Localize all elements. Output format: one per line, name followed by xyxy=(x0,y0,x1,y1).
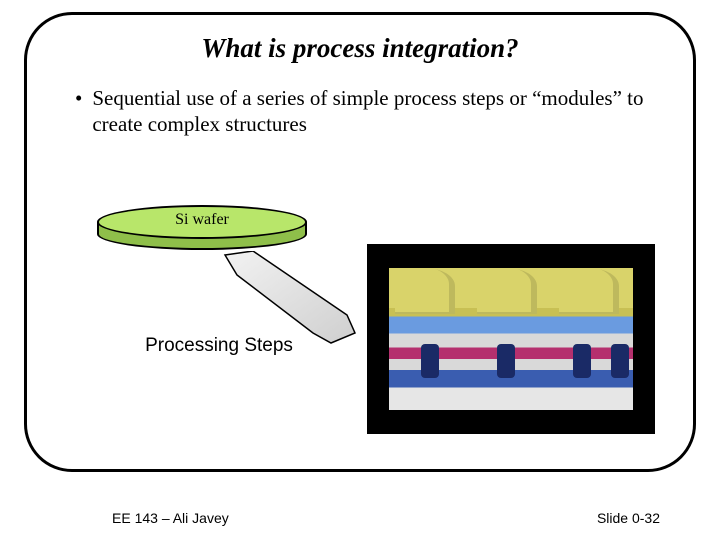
slide-frame: What is process integration? • Sequentia… xyxy=(24,12,696,472)
bullet-dot-icon: • xyxy=(75,85,82,111)
chip-cross-section-image xyxy=(367,244,655,434)
slide-title: What is process integration? xyxy=(27,33,693,64)
wafer-label: Si wafer xyxy=(97,211,307,229)
wafer-illustration: Si wafer xyxy=(97,205,307,251)
chip-via xyxy=(573,344,591,378)
processing-steps-label: Processing Steps xyxy=(139,335,299,358)
chip-ridge xyxy=(395,268,455,314)
bullet-item: • Sequential use of a series of simple p… xyxy=(75,85,645,138)
chip-ridge xyxy=(477,268,537,314)
footer-course: EE 143 – Ali Javey xyxy=(112,510,229,526)
chip-via xyxy=(611,344,629,378)
chip-via xyxy=(421,344,439,378)
chip-via xyxy=(497,344,515,378)
bullet-text: Sequential use of a series of simple pro… xyxy=(92,85,645,138)
chip-ridge xyxy=(559,268,619,314)
footer-slide-number: Slide 0-32 xyxy=(597,510,660,526)
